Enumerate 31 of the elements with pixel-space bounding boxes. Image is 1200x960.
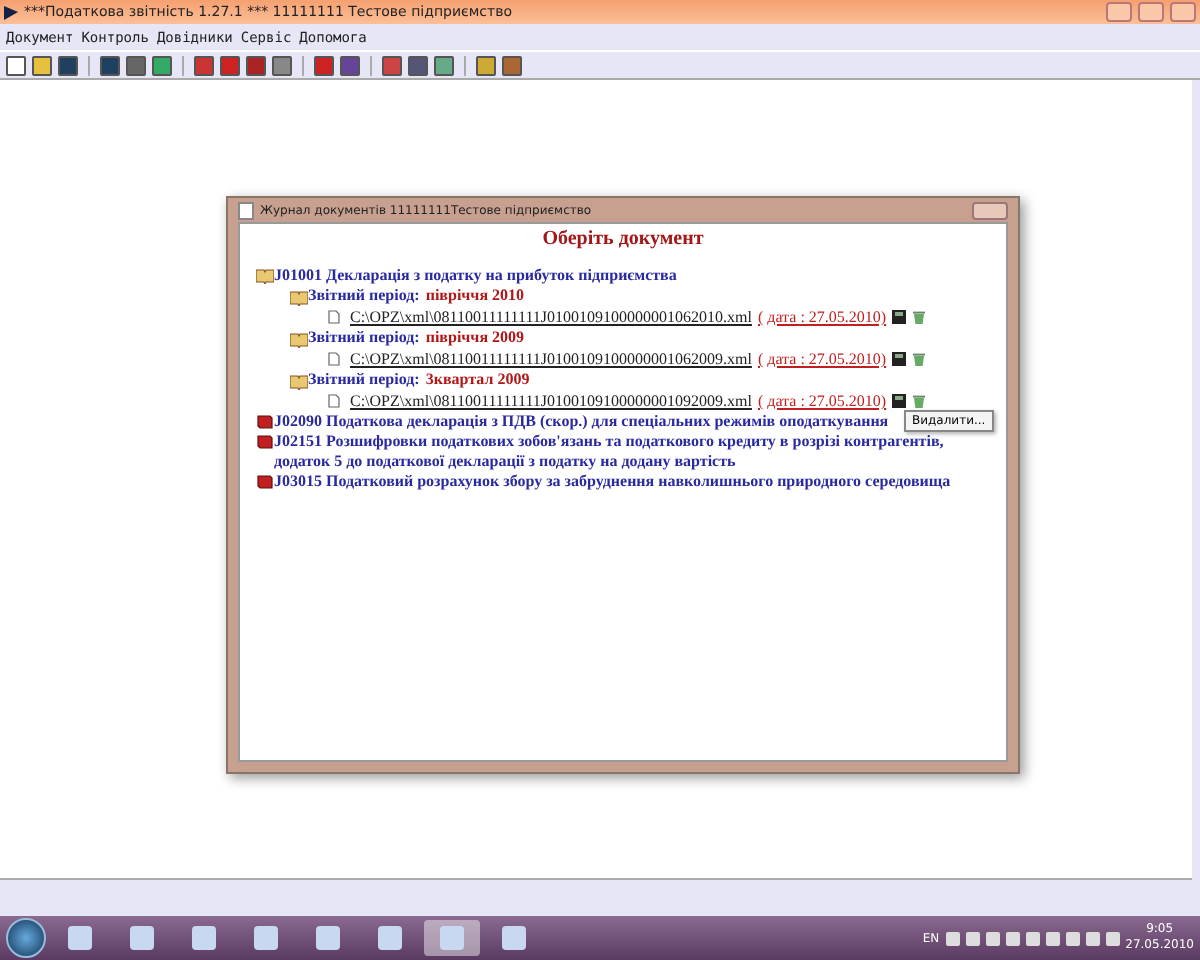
period-label: Звітний період: xyxy=(308,286,420,306)
document-item[interactable]: J03015 Податковий розрахунок збору за забруднення навколишнього природного середовища xyxy=(274,472,951,492)
file-icon xyxy=(328,352,340,366)
period-label: Звітний період: xyxy=(308,370,420,390)
open-book-icon[interactable] xyxy=(290,373,308,389)
file-date: ( дата : 27.05.2010) xyxy=(757,390,887,412)
app-icon xyxy=(4,5,18,19)
file-icon xyxy=(328,394,340,408)
open-book-icon[interactable] xyxy=(256,268,274,284)
close-button[interactable] xyxy=(972,201,1008,219)
recycle-bin-icon[interactable] xyxy=(912,352,927,366)
recycle-bin-icon[interactable] xyxy=(912,310,927,324)
document-item[interactable]: J02090 Податкова декларація з ПДВ (скор.) для спеціальних режимів оподаткування xyxy=(274,412,889,432)
document-item[interactable]: J01001 Декларація з податку на прибуток підприємства xyxy=(274,266,677,286)
period-label: Звітний період: xyxy=(308,328,420,348)
open-book-icon[interactable] xyxy=(290,331,308,347)
file-link[interactable]: C:\OPZ\xml\08110011111111J0100109100000001062009.xml xyxy=(350,348,752,370)
closed-book-icon[interactable] xyxy=(256,474,274,490)
file-icon xyxy=(328,310,340,324)
period-value[interactable]: 3квартал 2009 xyxy=(425,370,530,390)
file-date: ( дата : 27.05.2010) xyxy=(757,306,887,328)
recycle-bin-icon[interactable] xyxy=(912,394,927,408)
period-value[interactable]: півріччя 2010 xyxy=(425,286,525,306)
document-item[interactable]: J02151 Розшифровки податкових зобов'язань та податкового кредиту в розрізі контрагентів, додаток 5 до податкової декларації з податку на додану вартість xyxy=(274,432,990,472)
file-link[interactable]: C:\OPZ\xml\08110011111111J0100109100000001062010.xml xyxy=(350,306,752,328)
dialog-heading: Оберіть документ xyxy=(540,228,706,250)
start-button[interactable] xyxy=(6,918,46,958)
file-link[interactable]: C:\OPZ\xml\08110011111111J0100109100000001092009.xml xyxy=(350,390,752,412)
open-book-icon[interactable] xyxy=(290,289,308,305)
period-value[interactable]: півріччя 2009 xyxy=(425,328,525,348)
file-date: ( дата : 27.05.2010) xyxy=(757,348,887,370)
